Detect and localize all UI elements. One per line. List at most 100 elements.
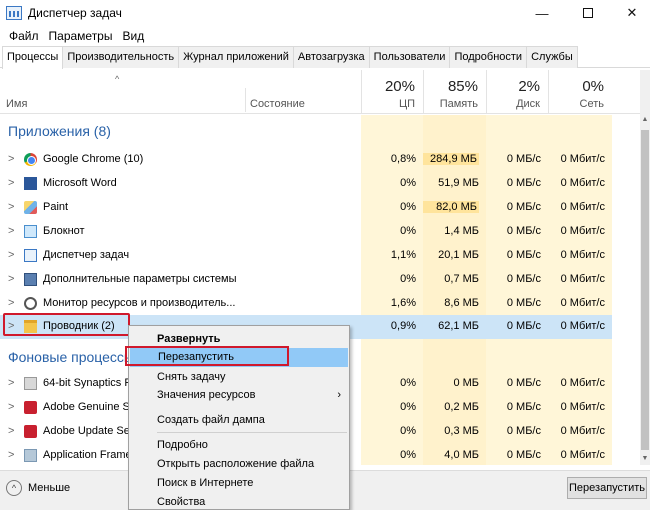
chrome-icon (24, 153, 37, 166)
column-disk[interactable]: 2% Диск (486, 70, 548, 114)
memory-value: 82,0 МБ (423, 201, 479, 213)
memory-value: 0,7 МБ (444, 273, 479, 285)
network-value: 0 Мбит/с (560, 153, 605, 165)
cpu-label: ЦП (398, 98, 415, 110)
memory-value: 0 МБ (453, 377, 479, 389)
expand-chevron-icon[interactable]: > (8, 201, 14, 213)
cpu-value: 0,9% (390, 320, 416, 332)
tab-bar: Процессы Производительность Журнал прило… (0, 46, 650, 69)
process-row-notepad[interactable]: > Блокнот 0% 1,4 МБ 0 МБ/с 0 Мбит/с (0, 220, 612, 244)
synaptics-icon (24, 377, 37, 390)
menu-view[interactable]: Вид (117, 29, 149, 43)
process-name: Paint (43, 201, 69, 213)
column-state[interactable]: Состояние (250, 98, 305, 110)
network-value: 0 Мбит/с (560, 425, 605, 437)
maximize-icon (583, 8, 593, 18)
menu-item-resource-values[interactable]: Значения ресурсов › (129, 386, 349, 405)
network-label: Сеть (579, 98, 604, 110)
disk-value: 0 МБ/с (506, 153, 541, 165)
memory-total: 85% (447, 78, 478, 95)
title-bar: Диспетчер задач — ✕ (0, 0, 650, 26)
tab-performance[interactable]: Производительность (62, 46, 180, 68)
maximize-button[interactable] (566, 0, 610, 26)
memory-value: 62,1 МБ (438, 320, 479, 332)
cpu-value: 1,1% (390, 249, 416, 261)
network-value: 0 Мбит/с (560, 377, 605, 389)
memory-value: 4,0 МБ (444, 449, 479, 461)
minimize-button[interactable]: — (520, 0, 564, 26)
column-memory[interactable]: 85% Память (423, 70, 486, 114)
scroll-down-icon[interactable]: ▼ (640, 455, 650, 465)
expand-chevron-icon[interactable]: > (8, 249, 14, 261)
process-name: Microsoft Word (43, 177, 117, 189)
memory-value: 1,4 МБ (444, 225, 479, 237)
process-row-word[interactable]: > Microsoft Word 0% 51,9 МБ 0 МБ/с 0 Мби… (0, 172, 612, 196)
cpu-total: 20% (384, 78, 415, 95)
submenu-arrow-icon: › (337, 389, 341, 401)
paint-icon (24, 201, 37, 214)
menu-file[interactable]: Файл (4, 29, 44, 43)
process-row-chrome[interactable]: > Google Chrome (10) 0,8% 284,9 МБ 0 МБ/… (0, 148, 612, 172)
menu-item-search-online[interactable]: Поиск в Интернете (129, 474, 349, 493)
tab-services[interactable]: Службы (526, 46, 578, 68)
process-name: Диспетчер задач (43, 249, 130, 261)
network-value: 0 Мбит/с (560, 449, 605, 461)
section-apps: Приложения (8) (8, 123, 111, 139)
memory-label: Память (439, 98, 478, 110)
expand-chevron-icon[interactable]: > (8, 449, 14, 461)
menu-item-open-location[interactable]: Открыть расположение файла (129, 455, 349, 474)
process-row-system-settings[interactable]: > Дополнительные параметры системы 0% 0,… (0, 268, 612, 292)
disk-value: 0 МБ/с (506, 225, 541, 237)
expand-chevron-icon[interactable]: > (8, 377, 14, 389)
expand-chevron-icon[interactable]: > (8, 425, 14, 437)
tab-app-history[interactable]: Журнал приложений (178, 46, 294, 68)
resource-values-label: Значения ресурсов (157, 389, 256, 401)
disk-value: 0 МБ/с (506, 297, 541, 309)
less-details-link[interactable]: Меньше (28, 482, 70, 494)
notepad-icon (24, 225, 37, 238)
cpu-value: 0% (400, 377, 416, 389)
menu-item-create-dump[interactable]: Создать файл дампа (129, 411, 349, 430)
network-value: 0 Мбит/с (560, 297, 605, 309)
disk-value: 0 МБ/с (506, 425, 541, 437)
disk-value: 0 МБ/с (506, 273, 541, 285)
menu-item-properties[interactable]: Свойства (129, 493, 349, 510)
expand-chevron-icon[interactable]: > (8, 297, 14, 309)
memory-value: 8,6 МБ (444, 297, 479, 309)
process-name: Application Frame (43, 449, 132, 461)
memory-value: 20,1 МБ (438, 249, 479, 261)
disk-value: 0 МБ/с (506, 177, 541, 189)
restart-button[interactable]: Перезапустить (567, 477, 647, 499)
column-network[interactable]: 0% Сеть (548, 70, 612, 114)
menu-item-end-task[interactable]: Снять задачу (129, 368, 349, 387)
scroll-up-icon[interactable]: ▲ (640, 116, 650, 126)
process-row-task-manager[interactable]: > Диспетчер задач 1,1% 20,1 МБ 0 МБ/с 0 … (0, 244, 612, 268)
column-cpu[interactable]: 20% ЦП (361, 70, 423, 114)
close-button[interactable]: ✕ (610, 0, 650, 26)
menu-options[interactable]: Параметры (44, 29, 118, 43)
collapse-icon[interactable]: ^ (6, 480, 22, 496)
disk-value: 0 МБ/с (506, 449, 541, 461)
restart-highlight-box (125, 346, 289, 366)
menu-item-details[interactable]: Подробно (129, 436, 349, 455)
expand-chevron-icon[interactable]: > (8, 401, 14, 413)
column-name[interactable]: Имя (6, 98, 27, 110)
tab-processes[interactable]: Процессы (2, 46, 64, 69)
scroll-thumb[interactable] (641, 130, 649, 450)
disk-value: 0 МБ/с (506, 401, 541, 413)
column-header: ^ Имя Состояние 20% ЦП 85% Память 2% Дис… (0, 70, 640, 114)
expand-chevron-icon[interactable]: > (8, 177, 14, 189)
tab-startup[interactable]: Автозагрузка (292, 46, 370, 68)
tab-users[interactable]: Пользователи (368, 46, 451, 68)
disk-value: 0 МБ/с (506, 201, 541, 213)
expand-chevron-icon[interactable]: > (8, 225, 14, 237)
expand-chevron-icon[interactable]: > (8, 273, 14, 285)
resource-monitor-icon (24, 297, 37, 310)
tab-details[interactable]: Подробности (449, 46, 528, 68)
word-icon (24, 177, 37, 190)
process-row-paint[interactable]: > Paint 0% 82,0 МБ 0 МБ/с 0 Мбит/с (0, 196, 612, 220)
cpu-value: 0% (400, 201, 416, 213)
expand-chevron-icon[interactable]: > (8, 153, 14, 165)
vertical-scrollbar[interactable]: ▲ ▼ (640, 70, 650, 465)
network-total: 0% (582, 78, 604, 95)
